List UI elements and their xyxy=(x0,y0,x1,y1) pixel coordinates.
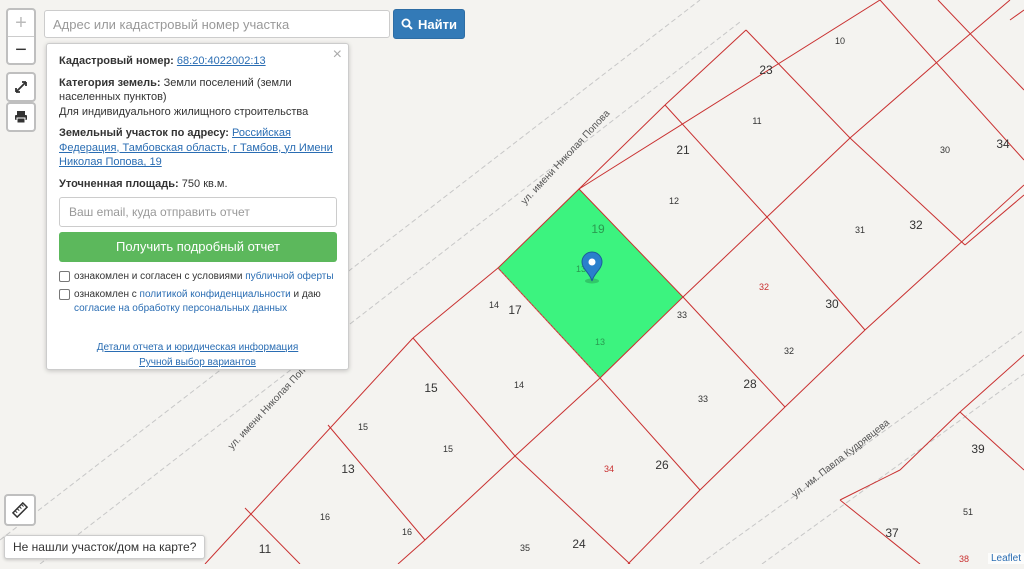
parcel-number-label: 24 xyxy=(572,537,586,551)
parcel-number-label: 23 xyxy=(759,63,773,77)
offer-consent-row: ознакомлен и согласен с условиями публич… xyxy=(59,270,336,284)
parcel-number-label: 14 xyxy=(489,300,499,310)
parcel-number-label: 13 xyxy=(595,337,605,347)
search-button-label: Найти xyxy=(418,16,457,32)
category-label: Категория земель: xyxy=(59,76,161,89)
email-field[interactable] xyxy=(59,197,337,227)
parcel-number-label: 37 xyxy=(885,526,899,540)
parcel-number-label: 39 xyxy=(971,442,985,456)
parcel-number-label: 16 xyxy=(320,512,330,522)
parcel-number-label: 15 xyxy=(443,444,453,454)
parcel-number-label: 32 xyxy=(909,218,923,232)
area-label: Уточненная площадь: xyxy=(59,177,179,190)
report-details-link[interactable]: Детали отчета и юридическая информация xyxy=(97,342,299,353)
parcel-number-label: 21 xyxy=(676,143,690,157)
parcel-number-label: 15 xyxy=(424,381,438,395)
parcel-number-label: 32 xyxy=(784,346,794,356)
parcel-info-popup: × Кадастровый номер: 68:20:4022002:13 Ка… xyxy=(46,43,349,370)
search-icon xyxy=(401,18,413,30)
parcel-number-label: 38 xyxy=(959,554,969,564)
measure-button[interactable] xyxy=(6,496,34,524)
manual-selection-link[interactable]: Ручной выбор вариантов xyxy=(139,357,256,368)
parcel-number-label: 11 xyxy=(259,542,272,556)
parcel-number-label: 16 xyxy=(402,527,412,537)
public-offer-link[interactable]: публичной оферты xyxy=(245,271,333,282)
selected-parcel[interactable] xyxy=(497,188,684,379)
street-label: ул. имени Николая Попова xyxy=(519,108,612,207)
parcel-number-label: 33 xyxy=(677,310,687,320)
privacy-consent-text: ознакомлен с xyxy=(74,289,137,300)
expand-icon xyxy=(15,81,27,93)
parcel-number-label: 34 xyxy=(996,137,1010,151)
parcel-number-label: 28 xyxy=(743,377,757,391)
cadastral-label: Кадастровый номер: xyxy=(59,55,174,67)
parcel-number-label: 35 xyxy=(520,543,530,553)
cadastral-row: Кадастровый номер: 68:20:4022002:13 xyxy=(59,54,336,69)
privacy-consent-label: ознакомлен с политикой конфиденциальност… xyxy=(74,288,336,316)
parcel-number-label: 30 xyxy=(940,145,950,155)
leaflet-link[interactable]: Leaflet xyxy=(991,553,1021,564)
address-label: Земельный участок по адресу: xyxy=(59,127,229,139)
cadastral-number-link[interactable]: 68:20:4022002:13 xyxy=(177,55,266,67)
parcel-number-label: 13 xyxy=(341,462,355,476)
print-button[interactable] xyxy=(8,104,34,130)
privacy-policy-link[interactable]: политикой конфиденциальности xyxy=(140,289,291,300)
parcel-number-label: 12 xyxy=(669,196,679,206)
fullscreen-button[interactable] xyxy=(8,74,34,100)
area-value: 750 кв.м. xyxy=(181,177,228,190)
category-row: Категория земель: Земли поселений (земли… xyxy=(59,76,336,105)
map-attribution: Leaflet xyxy=(987,553,1024,564)
get-report-button[interactable]: Получить подробный отчет xyxy=(59,232,337,262)
parcel-number-label: 51 xyxy=(963,507,973,517)
not-found-button[interactable]: Не нашли участок/дом на карте? xyxy=(4,535,206,559)
parcel-number-label: 33 xyxy=(698,394,708,404)
parcel-number-label: 34 xyxy=(604,464,614,474)
fullscreen-control xyxy=(6,72,36,102)
offer-consent-label: ознакомлен и согласен с условиями публич… xyxy=(74,270,334,284)
street-label: ул. им. Павла Кудрявцева xyxy=(790,417,892,500)
parcel-number-label: 32 xyxy=(759,282,769,292)
parcel-number-label: 26 xyxy=(655,458,669,472)
area-row: Уточненная площадь: 750 кв.м. xyxy=(59,177,336,192)
print-control xyxy=(6,102,36,132)
offer-consent-text: ознакомлен и согласен с условиями xyxy=(74,271,243,282)
parcel-number-label: 19 xyxy=(591,222,605,236)
parcel-number-label: 11 xyxy=(752,116,761,126)
privacy-consent-row: ознакомлен с политикой конфиденциальност… xyxy=(59,288,336,316)
close-icon[interactable]: × xyxy=(333,47,342,63)
personal-data-consent-link[interactable]: согласие на обработку персональных данны… xyxy=(74,303,287,314)
zoom-out-button[interactable]: − xyxy=(8,36,34,63)
parcel-number-label: 30 xyxy=(825,297,839,311)
ruler-icon xyxy=(12,502,28,518)
parcel-number-label: 31 xyxy=(855,225,865,235)
address-row: Земельный участок по адресу: Российская … xyxy=(59,126,336,170)
search-button[interactable]: Найти xyxy=(393,9,465,39)
offer-consent-checkbox[interactable] xyxy=(59,271,70,282)
parcel-number-label: 10 xyxy=(835,36,845,46)
privacy-consent-checkbox[interactable] xyxy=(59,289,70,300)
parcel-number-label: 15 xyxy=(358,422,368,432)
parcel-number-label: 17 xyxy=(508,303,522,317)
measure-control xyxy=(4,494,36,526)
privacy-consent-mid: и даю xyxy=(293,289,321,300)
zoom-in-button[interactable]: + xyxy=(8,10,34,36)
search-input[interactable] xyxy=(44,10,390,38)
popup-links: Детали отчета и юридическая информация Р… xyxy=(59,340,336,370)
parcel-number-label: 14 xyxy=(514,380,524,390)
usage-text: Для индивидуального жилищного строительс… xyxy=(59,105,309,118)
zoom-control: + − xyxy=(6,8,36,65)
printer-icon xyxy=(15,111,27,124)
